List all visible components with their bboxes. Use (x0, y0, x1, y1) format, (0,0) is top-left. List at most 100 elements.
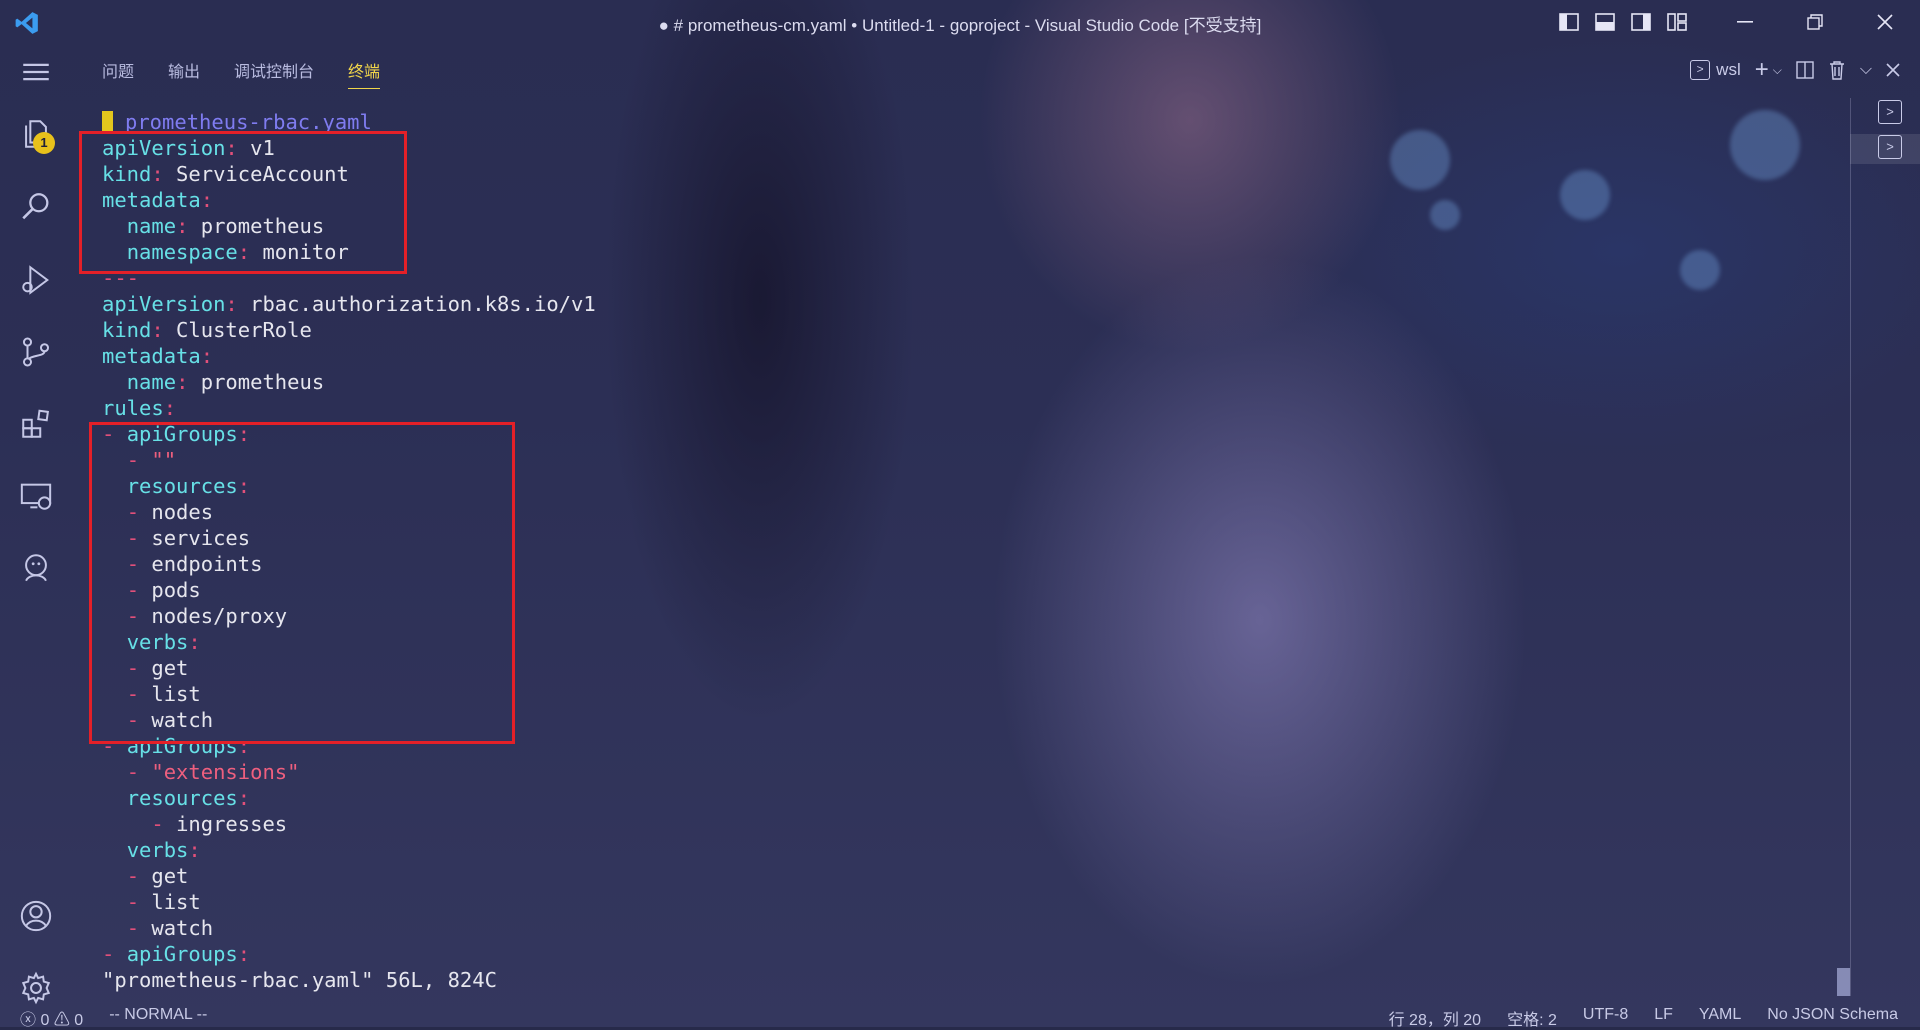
cursor-position[interactable]: 行 28，列 20 (1389, 1006, 1482, 1030)
yaml-key: rules (102, 396, 164, 420)
yaml-punct: : (237, 786, 251, 810)
terminal-scrollbar[interactable] (1837, 968, 1850, 996)
toggle-primary-sidebar-icon[interactable] (1554, 7, 1584, 37)
terminal-line: resources: (102, 785, 596, 811)
tab-output[interactable]: 输出 (168, 58, 200, 89)
yaml-key: verbs (126, 838, 189, 862)
yaml-string: "extensions" (151, 760, 300, 784)
yaml-value: ingresses (176, 812, 288, 836)
list-dash: - (126, 864, 152, 888)
yaml-key: metadata (102, 344, 201, 368)
bokeh-light (1390, 130, 1450, 190)
split-terminal-button[interactable] (1796, 61, 1814, 79)
new-terminal-button[interactable]: + ⌵ (1755, 56, 1782, 84)
trash-icon (1829, 61, 1844, 80)
list-dash: - (126, 760, 152, 784)
terminal-line: - "extensions" (102, 759, 596, 785)
indentation[interactable]: 空格: 2 (1507, 1006, 1557, 1030)
yaml-punct: : (200, 344, 214, 368)
terminal-cursor (102, 111, 113, 133)
terminal-line: - list (102, 889, 596, 915)
list-dash: - (126, 916, 152, 940)
json-schema[interactable]: No JSON Schema (1767, 1006, 1898, 1030)
activity-bar: 1 (0, 44, 72, 1005)
yaml-punct: : (188, 838, 201, 862)
chevron-down-icon: ⌵ (1859, 61, 1872, 78)
end-of-line[interactable]: LF (1654, 1006, 1673, 1030)
terminal-icon: > (1690, 60, 1711, 80)
yaml-punct: : (151, 318, 164, 342)
yaml-value: list (151, 890, 201, 914)
yaml-value: watch (151, 916, 214, 940)
yaml-value: get (151, 864, 189, 888)
highlight-box-serviceaccount (79, 131, 407, 274)
yaml-punct: : (176, 370, 189, 394)
explorer-badge: 1 (33, 132, 55, 154)
menu-icon[interactable] (0, 44, 72, 100)
tab-debug-console[interactable]: 调试控制台 (234, 58, 314, 89)
panel-actions: > wsl + ⌵ ⌵ (1676, 56, 1900, 84)
explorer-icon[interactable]: 1 (0, 106, 72, 162)
yaml-key: apiVersion (102, 292, 226, 316)
panel-divider (1850, 98, 1851, 996)
remote-explorer-icon[interactable] (0, 468, 72, 524)
kill-terminal-button[interactable] (1828, 60, 1846, 80)
terminal-tab-list: > > (1848, 100, 1920, 170)
tab-problems[interactable]: 问题 (102, 58, 134, 89)
error-count: 0 (40, 1012, 50, 1029)
problems-status[interactable]: ⓧ 0 ⚠ 0 (20, 1006, 83, 1030)
jenkins-icon[interactable] (0, 540, 72, 596)
account-icon[interactable] (0, 888, 72, 944)
yaml-punct: : (225, 292, 238, 316)
bokeh-light (1560, 170, 1610, 220)
yaml-punct: : (163, 396, 177, 420)
yaml-value: ClusterRole (163, 318, 312, 342)
tab-terminal[interactable]: 终端 (348, 58, 381, 89)
restore-button[interactable] (1780, 0, 1850, 44)
terminal-profile-selector[interactable]: > wsl (1690, 60, 1741, 80)
bokeh-light (1430, 200, 1460, 230)
terminal-tab-2[interactable]: > (1878, 135, 1902, 159)
run-debug-icon[interactable] (0, 252, 72, 308)
language-mode[interactable]: YAML (1699, 1006, 1741, 1030)
minimize-button[interactable] (1710, 0, 1780, 44)
yaml-key: resources (126, 786, 238, 810)
customize-layout-icon[interactable] (1662, 7, 1692, 37)
close-panel-button[interactable] (1886, 63, 1900, 77)
close-icon (1886, 63, 1900, 77)
toggle-secondary-sidebar-icon[interactable] (1626, 7, 1656, 37)
terminal-line: - ingresses (102, 811, 596, 837)
plus-icon: + (1754, 56, 1769, 83)
close-button[interactable] (1850, 0, 1920, 44)
split-icon (1796, 61, 1814, 79)
list-dash: - (151, 812, 177, 836)
terminal-line: apiVersion: rbac.authorization.k8s.io/v1 (102, 291, 596, 317)
encoding[interactable]: UTF-8 (1583, 1006, 1628, 1030)
vim-mode[interactable]: -- NORMAL -- (109, 1006, 207, 1030)
yaml-value: rbac.authorization.k8s.io/v1 (237, 292, 596, 316)
extensions-icon[interactable] (0, 396, 72, 452)
panel-tabs: 问题 输出 调试控制台 终端 (102, 58, 414, 89)
terminal-line: - get (102, 863, 596, 889)
search-icon[interactable] (0, 179, 72, 235)
title-bar: ● # prometheus-cm.yaml • Untitled-1 - go… (0, 0, 1920, 44)
source-control-icon[interactable] (0, 324, 72, 380)
terminal-tab-1[interactable]: > (1878, 100, 1902, 124)
terminal-line: kind: ClusterRole (102, 317, 596, 343)
highlight-box-rules (89, 422, 515, 744)
toggle-panel-icon[interactable] (1590, 7, 1620, 37)
list-dash: - (126, 890, 152, 914)
yaml-punct: : (237, 942, 251, 966)
maximize-panel-button[interactable]: ⌵ (1860, 61, 1872, 79)
terminal-line: rules: (102, 395, 596, 421)
warning-count: 0 (74, 1012, 84, 1029)
terminal-profile-label: wsl (1716, 60, 1741, 79)
